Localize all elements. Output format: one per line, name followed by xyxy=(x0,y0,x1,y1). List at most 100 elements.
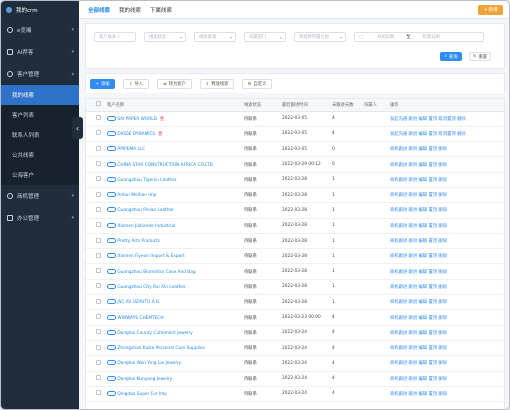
chat-icon[interactable] xyxy=(107,176,116,182)
table-row[interactable]: Donghai County Cutlement Jewelry 待联系 2022-… xyxy=(86,325,504,341)
date-range-picker[interactable]: ▢ 开始日期 至 结束日期 xyxy=(354,32,484,42)
customer-name-link[interactable]: DIODE DYNAMICS xyxy=(117,132,155,137)
row-checkbox[interactable] xyxy=(96,161,101,167)
row-checkbox[interactable] xyxy=(96,344,101,350)
row-actions[interactable]: 商机跟进 跟进 编辑 置顶 删除 xyxy=(390,325,504,341)
table-row[interactable]: WINWAYS CHEMTECH 待联系 2022-03-23 00:00 4 商机跟进… xyxy=(86,309,504,326)
row-actions[interactable]: 商机跟进 跟进 编辑 置顶 删除 xyxy=(390,156,504,173)
row-checkbox[interactable] xyxy=(96,191,101,197)
chat-icon[interactable] xyxy=(107,253,116,259)
customer-name-link[interactable]: CHINA STAR CONSTRUCTION AFRICA CO.LTD xyxy=(117,163,213,168)
sidebar-item[interactable]: 商机管理 ▾ xyxy=(1,185,79,207)
table-row[interactable]: Donghai Kunyang Jewelry 待联系 2022-03-24 4 商机跟… xyxy=(86,371,504,387)
chat-icon[interactable] xyxy=(107,299,116,305)
row-checkbox[interactable] xyxy=(96,329,101,335)
table-row[interactable]: Pretty Arts Products 待联系 2022-03-28 1 商机跟进 跟… xyxy=(86,233,504,250)
sidebar-item[interactable]: 公海客户 xyxy=(1,165,79,185)
search-button[interactable]: ⌕ 查询 xyxy=(440,52,462,61)
row-checkbox[interactable] xyxy=(96,314,101,319)
row-actions[interactable]: 商机跟进 跟进 编辑 置顶 删除 xyxy=(390,218,504,234)
table-row[interactable]: CHINA STAR CONSTRUCTION AFRICA CO.LTD 待联系… xyxy=(86,156,504,173)
table-row[interactable]: Zhongshan Kaike Personal Care Supplies 待联… xyxy=(86,340,504,357)
customer-name-link[interactable]: Anhui Weihan Imp xyxy=(117,193,156,198)
chat-icon[interactable] xyxy=(107,375,116,381)
contact-input[interactable]: 客户联系人 xyxy=(94,32,136,42)
row-actions[interactable]: 商机跟进 跟进 编辑 置顶 删除 xyxy=(390,141,504,158)
chat-icon[interactable] xyxy=(107,115,116,121)
row-actions[interactable]: 商机跟进 跟进 编辑 置顶 删除 xyxy=(390,187,504,204)
sidebar-item[interactable]: 办公管理 ▾ xyxy=(1,207,79,229)
chat-icon[interactable] xyxy=(107,345,116,351)
row-actions[interactable]: 商机跟进 跟进 编辑 置顶 删除 xyxy=(390,309,504,326)
row-checkbox[interactable] xyxy=(96,176,101,182)
row-actions[interactable]: 发起沟通 跟进 编辑 置顶 取消置顶 删除 xyxy=(390,111,504,127)
customer-name-link[interactable]: Guangzhou Pinlan Leather xyxy=(117,208,174,213)
column-header[interactable]: 未跟进天数 xyxy=(332,99,364,112)
row-checkbox[interactable] xyxy=(96,130,101,136)
customer-name-link[interactable]: Pretty Arts Products xyxy=(117,239,160,244)
chat-icon[interactable] xyxy=(107,360,116,366)
column-header[interactable]: 操作 xyxy=(390,99,504,112)
table-row[interactable]: Guangzhou Biometics Case And Bag 待联系 2022-… xyxy=(86,263,504,280)
customer-name-link[interactable]: WINWAYS CHEMTECH xyxy=(117,316,163,321)
chat-icon[interactable] xyxy=(107,130,116,136)
table-row[interactable]: Anhui Weihan Imp 待联系 2022-03-28 1 商机跟进 跟进 编辑… xyxy=(86,187,504,204)
row-actions[interactable]: 商机跟进 跟进 编辑 置顶 删除 xyxy=(390,248,504,265)
tab-subordinate-leads[interactable]: 下属线索 xyxy=(150,6,172,14)
customer-name-link[interactable]: Donghai County Cutlement Jewelry xyxy=(117,331,192,336)
lead-status-select[interactable]: 线索状态 ▾ xyxy=(144,32,186,42)
table-row[interactable]: Qingdao Super Fur Imp 待联系 2022-03-24 4 商机跟进 … xyxy=(86,386,504,403)
sidebar-item[interactable]: 联系人列表 xyxy=(1,125,79,145)
table-row[interactable]: APIPEMA LLC 待联系 2022-03-05 0 商机跟进 跟进 编辑 置顶 删… xyxy=(86,141,504,158)
column-header[interactable]: 客户名称 xyxy=(107,99,244,112)
department-select[interactable]: 归属部门 ▾ xyxy=(244,32,286,42)
table-row[interactable]: Guangzhou City Rui Xin Leather 待联系 2022-03… xyxy=(86,279,504,296)
lead-source-select[interactable]: 线索来源 ▾ xyxy=(194,32,236,42)
table-row[interactable]: Xiamen Jiatiande Industrial 待联系 2022-03-28… xyxy=(86,218,504,234)
chat-icon[interactable] xyxy=(107,238,116,244)
row-checkbox[interactable] xyxy=(96,298,101,304)
row-checkbox[interactable] xyxy=(96,237,101,243)
row-actions[interactable]: 商机跟进 跟进 编辑 置顶 删除 xyxy=(390,340,504,357)
group-select[interactable]: 请选择所属分组 ▾ xyxy=(294,32,346,42)
convert-to-customer-button[interactable]: ⇄ 转为客户 xyxy=(157,79,192,89)
customer-name-link[interactable]: Guangzhou Tigeniu Leather xyxy=(117,178,176,183)
customer-name-link[interactable]: JSC AV UZAVTO A.G xyxy=(117,300,159,305)
row-actions[interactable]: 发起沟通 跟进 编辑 置顶 取消置顶 删除 xyxy=(390,126,504,143)
collapse-sidebar-button[interactable]: ‹ xyxy=(72,117,83,139)
chat-icon[interactable] xyxy=(107,390,116,396)
sidebar-item[interactable]: e览撮 ▾ xyxy=(1,19,79,41)
new-button[interactable]: + 新增 xyxy=(478,5,503,15)
row-actions[interactable]: 商机跟进 跟进 编辑 置顶 删除 xyxy=(390,172,504,188)
chat-icon[interactable] xyxy=(107,268,116,274)
chat-icon[interactable] xyxy=(107,207,116,213)
sidebar-header[interactable]: 我的crm xyxy=(1,1,79,19)
row-checkbox[interactable] xyxy=(96,252,101,258)
row-actions[interactable]: 商机跟进 跟进 编辑 置顶 删除 xyxy=(390,386,504,403)
customer-name-link[interactable]: APIPEMA LLC xyxy=(117,147,145,152)
table-row[interactable]: Guangzhou Pinlan Leather 待联系 2022-03-28 1 商机… xyxy=(86,202,504,219)
chat-icon[interactable] xyxy=(107,314,116,320)
customer-name-link[interactable]: Donghai Kunyang Jewelry xyxy=(117,377,172,382)
row-checkbox[interactable] xyxy=(96,283,101,289)
customer-name-link[interactable]: Qingdao Super Fur Imp xyxy=(117,392,167,397)
table-row[interactable]: Donghai Wan Ying Lai Jewelry 待联系 2022-03-2… xyxy=(86,355,504,372)
customer-name-link[interactable]: SAI PAPER WORLD xyxy=(117,117,157,122)
row-actions[interactable]: 商机跟进 跟进 编辑 置顶 删除 xyxy=(390,294,504,311)
import-button[interactable]: ⇩ 导入 xyxy=(123,79,149,89)
table-row[interactable]: DIODE DYNAMICS 置 待联系 2022-03-05 4 发起沟通 跟进 编辑 … xyxy=(86,126,504,143)
row-checkbox[interactable] xyxy=(96,268,101,274)
tab-all-leads[interactable]: 全部线索 xyxy=(88,6,110,14)
row-checkbox[interactable] xyxy=(96,145,101,151)
row-checkbox[interactable] xyxy=(96,390,101,396)
chat-icon[interactable] xyxy=(107,283,116,289)
sidebar-item[interactable]: 公共线索 xyxy=(1,145,79,165)
customer-name-link[interactable]: Guangzhou City Rui Xin Leather xyxy=(117,285,185,290)
sidebar-item[interactable]: 客户管理 ▴ xyxy=(1,63,79,85)
chat-icon[interactable] xyxy=(107,329,116,335)
select-all-checkbox[interactable] xyxy=(96,101,101,107)
chat-icon[interactable] xyxy=(107,222,116,228)
sidebar-item[interactable]: 我的线索 xyxy=(1,85,79,105)
customer-name-link[interactable]: Xiamen Jiatiande Industrial xyxy=(117,224,175,229)
table-row[interactable]: SAI PAPER WORLD 置 待联系 2022-03-05 4 发起沟通 跟进 编辑… xyxy=(86,111,504,127)
